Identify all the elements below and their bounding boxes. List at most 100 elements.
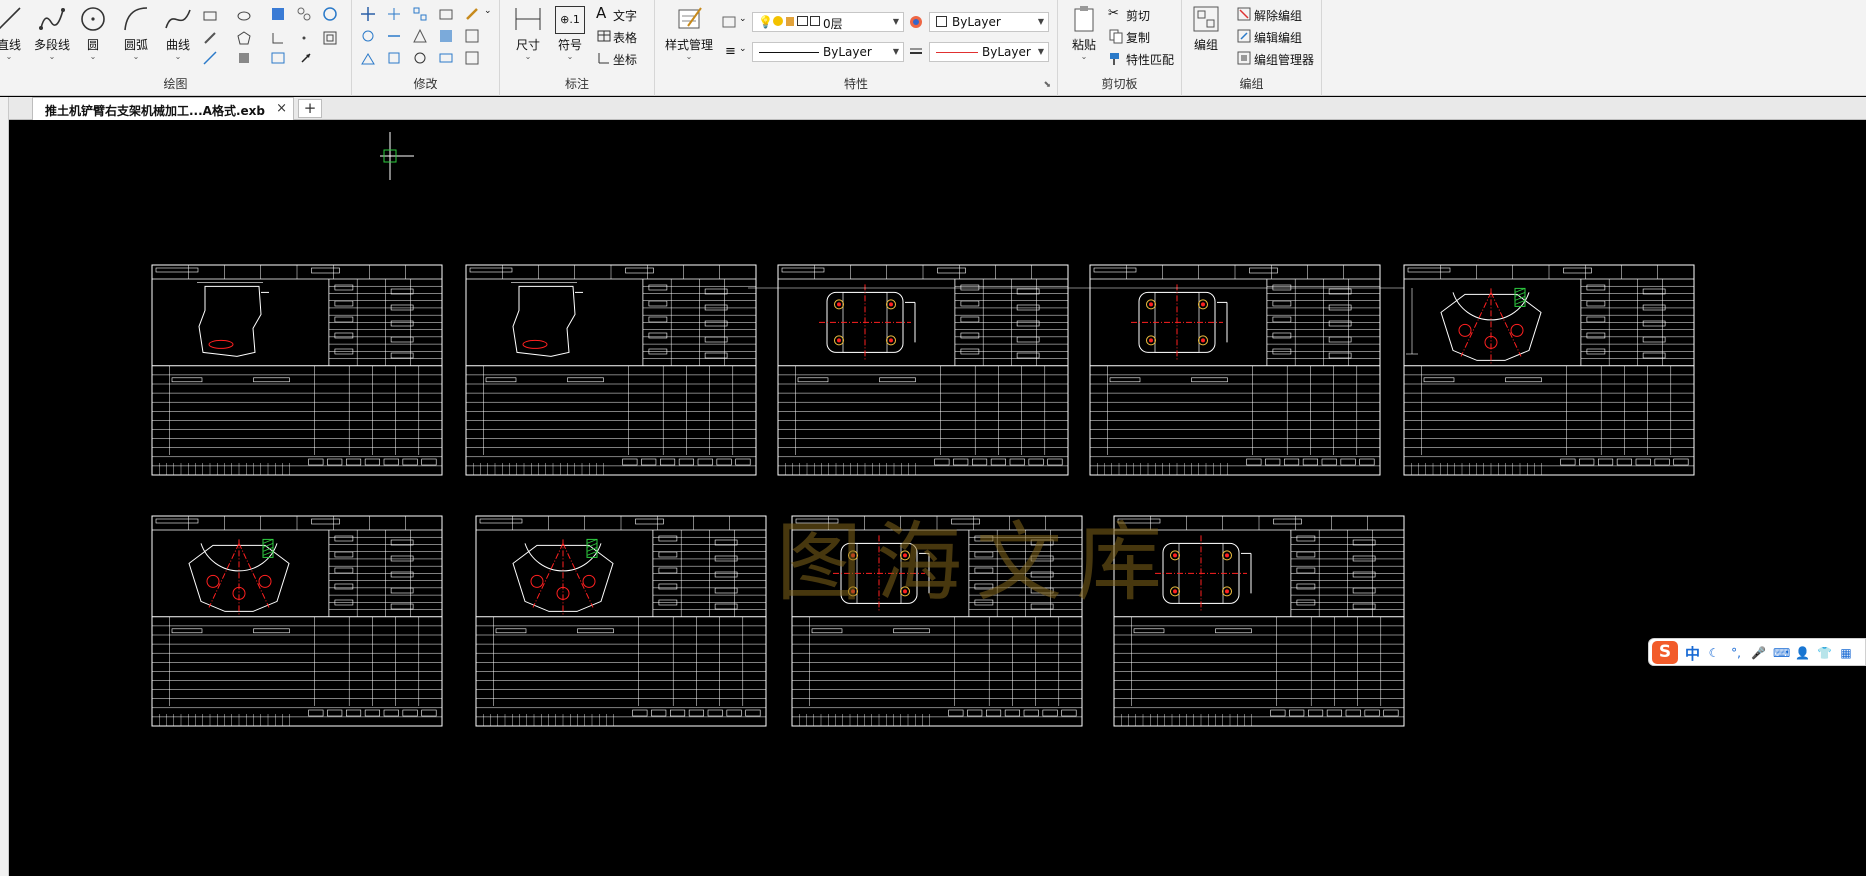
chevron-down-icon: ⌄ <box>5 52 13 61</box>
mirror-icon[interactable] <box>412 28 428 44</box>
close-icon[interactable]: × <box>276 101 287 116</box>
copy-object-icon[interactable] <box>360 28 376 44</box>
text-icon[interactable]: A <box>596 4 606 22</box>
lineweight-combo[interactable]: ByLayer ▼ <box>929 42 1049 62</box>
style-manager-label: 样式管理 <box>664 38 713 52</box>
lineweight-icon[interactable] <box>908 44 924 60</box>
coordinate-tool-label[interactable]: 坐标 <box>613 51 637 68</box>
drawing-sheet[interactable] <box>1403 264 1695 476</box>
angle-icon[interactable] <box>270 30 286 46</box>
chamfer-icon[interactable] <box>464 28 480 44</box>
scale-icon[interactable] <box>438 6 454 22</box>
fill-icon[interactable] <box>322 6 338 22</box>
construction-line-icon[interactable] <box>202 50 218 66</box>
edit-group-icon[interactable] <box>1236 28 1252 44</box>
offset-icon[interactable] <box>236 50 252 66</box>
group-manager-label[interactable]: 编组管理器 <box>1254 51 1314 68</box>
new-tab-button[interactable]: + <box>298 99 322 118</box>
symbol-button[interactable]: ⊕.1 符号 ⌄ <box>550 4 590 61</box>
table-icon[interactable] <box>596 28 612 44</box>
stretch-icon[interactable] <box>438 28 454 44</box>
ime-toolbar[interactable]: S 中 ☾ °, 🎤 ⌨ 👤 👕 ▦ <box>1648 638 1866 666</box>
drawing-sheet[interactable] <box>475 515 767 727</box>
blocks-icon[interactable] <box>296 6 312 22</box>
keyboard-icon[interactable]: ⌨ <box>1773 646 1790 660</box>
chevron-down-icon: ▼ <box>1037 17 1044 26</box>
drawing-sheet[interactable] <box>465 264 757 476</box>
draw-panel-label: 绘图 <box>163 77 188 91</box>
linetype-value: ByLayer <box>823 45 872 59</box>
list-icon[interactable]: ≡ <box>725 44 736 59</box>
hatch-icon[interactable] <box>270 6 286 22</box>
arrow-icon[interactable] <box>298 50 314 66</box>
drawing-canvas[interactable]: 图海文库 <box>10 120 1866 876</box>
dimension-icon <box>515 8 541 30</box>
image-icon[interactable] <box>270 50 286 66</box>
punctuation-icon[interactable]: °, <box>1729 646 1743 660</box>
tab-active-document[interactable]: 推土机铲臂右支架机械加工...A格式.exb × <box>32 97 294 120</box>
table-tool-label[interactable]: 表格 <box>613 29 637 46</box>
fillet-icon[interactable] <box>360 50 376 66</box>
break-icon[interactable] <box>386 50 402 66</box>
polygon-icon[interactable] <box>236 30 252 46</box>
trim-icon[interactable] <box>386 6 402 22</box>
edit-icon[interactable] <box>464 50 480 66</box>
point-icon[interactable] <box>296 30 312 46</box>
color-value: ByLayer <box>952 15 1001 29</box>
extend-icon[interactable] <box>386 28 402 44</box>
layer-combo[interactable]: 💡 0层 ▼ <box>752 12 904 32</box>
ellipse-icon[interactable] <box>236 8 252 24</box>
array-icon[interactable] <box>412 6 428 22</box>
layer-state-icon[interactable] <box>721 14 737 30</box>
grid-icon[interactable]: ▦ <box>1839 646 1853 660</box>
text-tool-label[interactable]: 文字 <box>613 7 637 24</box>
moon-icon[interactable]: ☾ <box>1707 646 1721 660</box>
color-wheel-icon[interactable] <box>908 14 924 30</box>
cut-label[interactable]: 剪切 <box>1126 7 1150 24</box>
dialog-launcher-icon[interactable]: ⬊ <box>1043 80 1051 90</box>
chevron-down-icon: ⌄ <box>89 52 97 61</box>
polyline-tool-button[interactable]: 多段线 ⌄ <box>30 4 74 61</box>
copy-label[interactable]: 复制 <box>1126 29 1150 46</box>
curve-tool-button[interactable]: 曲线 ⌄ <box>158 4 198 61</box>
document-tab-strip: 推土机铲臂右支架机械加工...A格式.exb × + <box>0 97 1866 120</box>
explode-icon[interactable] <box>438 50 454 66</box>
boundary-icon[interactable] <box>322 30 338 46</box>
group-button[interactable]: 编组 <box>1188 4 1224 53</box>
paste-button[interactable]: 粘贴 ⌄ <box>1066 4 1102 61</box>
copy-icon[interactable] <box>1108 28 1124 44</box>
document-tab-title: 推土机铲臂右支架机械加工...A格式.exb <box>45 104 265 118</box>
match-properties-icon[interactable] <box>1108 50 1124 66</box>
rotate-icon[interactable] <box>412 50 428 66</box>
coordinate-icon[interactable] <box>596 50 612 66</box>
linetype-combo[interactable]: ByLayer ▼ <box>752 42 904 62</box>
ungroup-icon[interactable] <box>1236 6 1252 22</box>
brush-icon[interactable] <box>464 6 480 22</box>
microphone-icon[interactable]: 🎤 <box>1751 646 1766 660</box>
rectangle-icon[interactable] <box>202 8 218 24</box>
skin-icon[interactable]: 👕 <box>1817 646 1832 660</box>
ime-logo-icon[interactable]: S <box>1652 641 1678 664</box>
scissors-icon[interactable]: ✂ <box>1108 6 1119 21</box>
pencil-icon[interactable] <box>202 30 218 46</box>
drawing-sheet[interactable] <box>151 264 443 476</box>
group-manager-icon[interactable] <box>1236 50 1252 66</box>
edit-group-label[interactable]: 编辑编组 <box>1254 29 1302 46</box>
polyline-tool-label: 多段线 <box>33 38 70 52</box>
move-icon[interactable] <box>360 6 376 22</box>
ime-language-toggle[interactable]: 中 <box>1685 643 1700 664</box>
drawing-sheet[interactable] <box>777 264 1069 476</box>
ungroup-label[interactable]: 解除编组 <box>1254 7 1302 24</box>
style-manager-button[interactable]: 样式管理 ⌄ <box>661 4 717 61</box>
dimension-button[interactable]: 尺寸 ⌄ <box>508 4 548 61</box>
chevron-down-icon: ⌄ <box>174 52 182 61</box>
circle-tool-button[interactable]: 圆 ⌄ <box>74 4 112 61</box>
color-combo[interactable]: ByLayer ▼ <box>929 12 1049 32</box>
drawing-sheet[interactable] <box>151 515 443 727</box>
arc-tool-button[interactable]: 圆弧 ⌄ <box>116 4 156 61</box>
left-side-panel-strip[interactable] <box>0 97 9 876</box>
user-icon[interactable]: 👤 <box>1795 646 1810 660</box>
match-properties-label[interactable]: 特性匹配 <box>1126 51 1174 68</box>
drawing-sheet[interactable] <box>1089 264 1381 476</box>
line-tool-button[interactable]: 直线 ⌄ <box>0 4 26 61</box>
